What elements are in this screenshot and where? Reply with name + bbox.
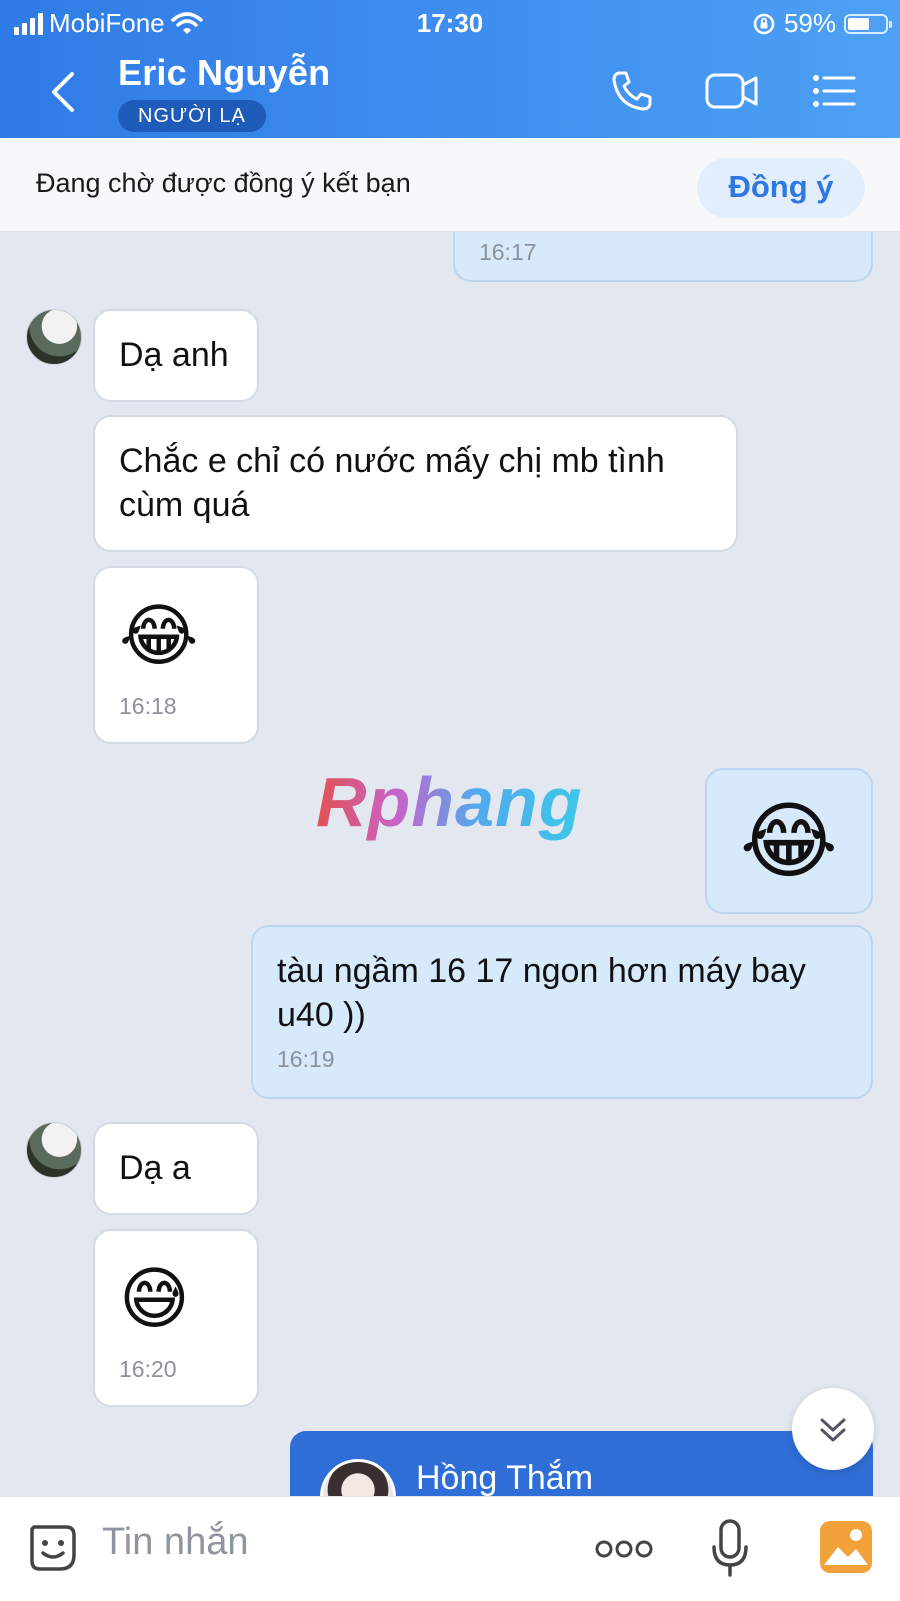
contact-name[interactable]: Eric Nguyễn bbox=[118, 52, 330, 94]
contact-avatar[interactable] bbox=[26, 1122, 82, 1178]
message-input[interactable]: Tin nhắn bbox=[102, 1521, 248, 1564]
message-bubble-other[interactable]: 😅 16:20 bbox=[93, 1229, 259, 1407]
status-bar: MobiFone 17:30 59% bbox=[0, 6, 900, 42]
phone-icon[interactable] bbox=[608, 68, 656, 114]
video-icon[interactable] bbox=[704, 68, 760, 114]
chevron-double-down-icon bbox=[820, 1418, 846, 1442]
watermark-logo: Rphang bbox=[316, 763, 583, 841]
message-time: 16:19 bbox=[277, 1046, 335, 1072]
accept-friend-button[interactable]: Đồng ý bbox=[697, 158, 865, 218]
battery-percent: 59% bbox=[783, 8, 836, 38]
more-icon[interactable] bbox=[594, 1535, 654, 1563]
message-time: 16:17 bbox=[479, 239, 537, 265]
message-bubble-other[interactable]: Chắc e chỉ có nước mấy chị mb tình cùm q… bbox=[93, 415, 738, 552]
image-icon[interactable] bbox=[818, 1519, 874, 1575]
message-bubble-mine[interactable]: 16:17 bbox=[453, 232, 873, 282]
message-text: Dạ a bbox=[119, 1149, 191, 1187]
message-list[interactable]: 16:17 Dạ anh Chắc e chỉ có nước mấy chị … bbox=[0, 232, 900, 1496]
message-time: 16:20 bbox=[119, 1356, 177, 1382]
contact-avatar[interactable] bbox=[26, 309, 82, 365]
message-text: tàu ngầm 16 17 ngon hơn máy bay u40 )) bbox=[277, 952, 806, 1034]
message-bubble-mine[interactable]: tàu ngầm 16 17 ngon hơn máy bay u40 )) 1… bbox=[251, 925, 873, 1099]
rotation-lock-icon bbox=[753, 13, 775, 34]
sticker-icon[interactable] bbox=[26, 1521, 80, 1575]
message-text: Dạ anh bbox=[119, 336, 229, 374]
message-bubble-mine[interactable]: 😂 bbox=[705, 768, 873, 914]
menu-icon[interactable] bbox=[810, 68, 858, 114]
battery-icon bbox=[844, 13, 892, 34]
message-bubble-other[interactable]: Dạ anh bbox=[93, 309, 259, 402]
status-right: 59% bbox=[752, 8, 892, 39]
message-input-bar: Tin nhắn bbox=[0, 1496, 900, 1601]
sweat-smile-emoji: 😅 bbox=[119, 1261, 190, 1337]
message-text: Chắc e chỉ có nước mấy chị mb tình cùm q… bbox=[119, 442, 665, 524]
message-bubble-other[interactable]: Dạ a bbox=[93, 1122, 259, 1215]
chat-header: MobiFone 17:30 59% Eric Nguyễn NGƯỜI LẠ bbox=[0, 0, 900, 138]
laughing-tears-emoji: 😂 bbox=[739, 794, 839, 888]
back-icon[interactable] bbox=[44, 66, 84, 118]
stranger-badge: NGƯỜI LẠ bbox=[118, 100, 266, 132]
battery-fill bbox=[848, 17, 870, 30]
laughing-tears-emoji: 😂 bbox=[119, 598, 199, 674]
mic-icon[interactable] bbox=[710, 1517, 750, 1581]
shared-contact-name: Hồng Thắm bbox=[416, 1459, 594, 1497]
message-bubble-other[interactable]: 😂 16:18 bbox=[93, 566, 259, 744]
friend-request-text: Đang chờ được đồng ý kết bạn bbox=[36, 168, 411, 198]
message-time: 16:18 bbox=[119, 693, 177, 719]
scroll-to-bottom-button[interactable] bbox=[792, 1388, 874, 1470]
